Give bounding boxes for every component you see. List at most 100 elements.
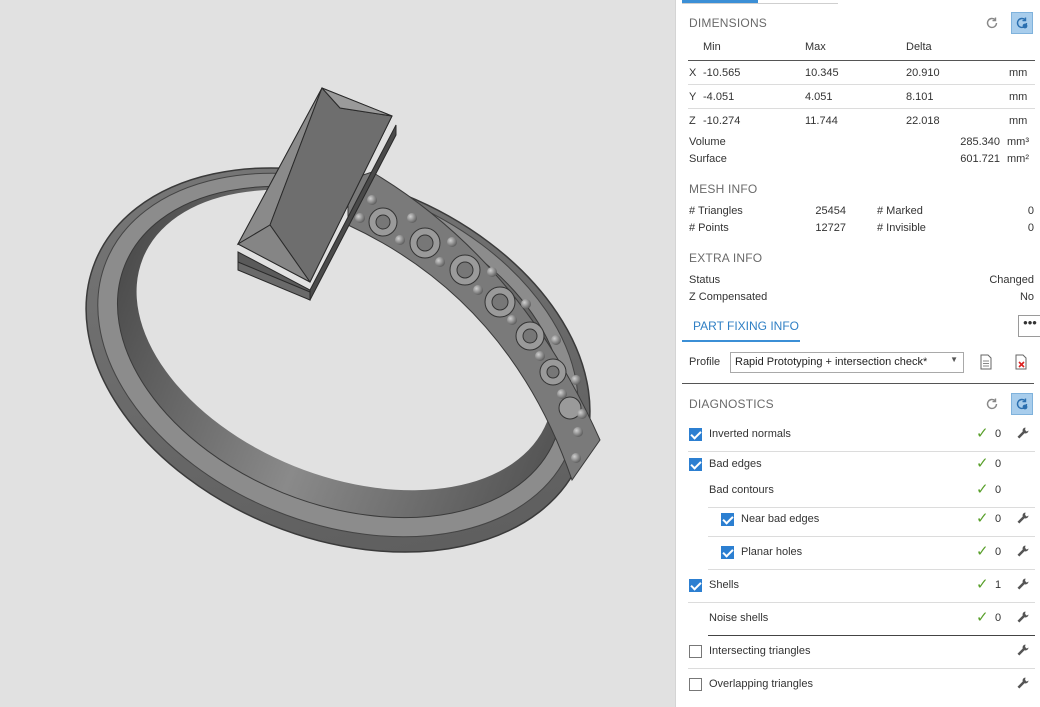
- tab-part-fixing-info-label: PART FIXING INFO: [693, 319, 800, 333]
- volume-label: Volume: [689, 136, 726, 148]
- mesh-info-title: MESH INFO: [689, 182, 758, 196]
- inverted-normals-label: Inverted normals: [709, 428, 791, 440]
- overlapping-triangles-checkbox[interactable]: [689, 678, 702, 691]
- z-compensated-value: No: [1019, 291, 1034, 303]
- planar-holes-checkbox[interactable]: [721, 546, 734, 559]
- axis-label: Z: [689, 115, 696, 127]
- profile-select[interactable]: Rapid Prototyping + intersection check* …: [730, 352, 964, 373]
- max-value: 11.744: [805, 115, 838, 127]
- header-delta: Delta: [906, 41, 932, 53]
- wrench-icon[interactable]: [1016, 643, 1030, 657]
- unit-label: mm: [1009, 115, 1028, 127]
- checkmark-icon: ✓: [976, 455, 989, 472]
- min-value: -4.051: [703, 91, 735, 103]
- refresh-icon[interactable]: [981, 12, 1003, 34]
- auto-refresh-icon[interactable]: [1011, 12, 1033, 34]
- points-value: 12727: [815, 222, 846, 234]
- properties-panel: DIMENSIONS Min Max Delta X -10.565 10.34…: [675, 0, 1040, 707]
- shells-checkbox[interactable]: [689, 579, 702, 592]
- table-row: Z -10.274 11.744 22.018 mm: [688, 109, 1035, 133]
- max-value: 10.345: [805, 67, 839, 79]
- diag-row-planar-holes: Planar holes ✓ 0: [708, 537, 1035, 570]
- table-row: Y -4.051 4.051 8.101 mm: [688, 85, 1035, 109]
- profile-select-value: Rapid Prototyping + intersection check*: [735, 356, 928, 368]
- planar-holes-label: Planar holes: [741, 546, 803, 558]
- checkmark-icon: ✓: [976, 576, 989, 593]
- tab-part-fixing-info[interactable]: PART FIXING INFO: [682, 314, 800, 342]
- checkmark-icon: ✓: [976, 425, 989, 442]
- surface-label: Surface: [689, 153, 727, 165]
- extra-info-title: EXTRA INFO: [689, 251, 763, 265]
- max-value: 4.051: [805, 91, 833, 103]
- unit-label: mm: [1009, 91, 1028, 103]
- checkmark-icon: ✓: [976, 543, 989, 560]
- diag-row-shells: Shells ✓ 1: [688, 570, 1035, 603]
- 3d-viewport[interactable]: [0, 0, 675, 707]
- profile-divider: [682, 383, 1034, 384]
- inverted-normals-checkbox[interactable]: [689, 428, 702, 441]
- more-icon[interactable]: •••: [1018, 315, 1040, 337]
- wrench-icon[interactable]: [1016, 676, 1030, 690]
- ring-model[interactable]: [0, 0, 675, 707]
- profile-delete-icon[interactable]: [1010, 351, 1032, 373]
- surface-value: 601.721: [960, 153, 1000, 165]
- bad-edges-checkbox[interactable]: [689, 458, 702, 471]
- triangles-value: 25454: [815, 205, 846, 217]
- dimensions-header-row: Min Max Delta: [688, 37, 1035, 61]
- points-label: # Points: [689, 222, 729, 234]
- overlapping-triangles-label: Overlapping triangles: [709, 678, 813, 690]
- bad-contours-label: Bad contours: [709, 484, 774, 496]
- top-tab-active-indicator[interactable]: [682, 0, 758, 3]
- marked-label: # Marked: [877, 205, 923, 217]
- diag-row-near-bad-edges: Near bad edges ✓ 0: [708, 504, 1035, 537]
- bad-edges-label: Bad edges: [709, 458, 762, 470]
- invisible-value: 0: [1027, 222, 1034, 234]
- triangles-label: # Triangles: [689, 205, 743, 217]
- checkmark-icon: ✓: [976, 481, 989, 498]
- wrench-icon[interactable]: [1016, 577, 1030, 591]
- planar-holes-count: 0: [995, 546, 1002, 558]
- bad-edges-count: 0: [995, 458, 1002, 470]
- near-bad-edges-count: 0: [995, 513, 1002, 525]
- delta-value: 20.910: [906, 67, 940, 79]
- z-compensated-label: Z Compensated: [689, 291, 768, 303]
- auto-refresh-icon[interactable]: [1011, 393, 1033, 415]
- wrench-icon[interactable]: [1016, 544, 1030, 558]
- unit-label: mm: [1009, 67, 1028, 79]
- diag-row-inverted-normals: Inverted normals ✓ 0: [688, 419, 1035, 452]
- delta-value: 22.018: [906, 115, 940, 127]
- diag-row-intersecting-triangles: Intersecting triangles: [688, 636, 1035, 669]
- profile-label: Profile: [689, 356, 721, 368]
- shells-count: 1: [995, 579, 1002, 591]
- intersecting-triangles-checkbox[interactable]: [689, 645, 702, 658]
- wrench-icon[interactable]: [1016, 426, 1030, 440]
- axis-label: Y: [689, 91, 697, 103]
- min-value: -10.274: [703, 115, 741, 127]
- shells-label: Shells: [709, 579, 739, 591]
- dropdown-arrow-icon: ▼: [950, 355, 958, 364]
- surface-unit: mm²: [1007, 153, 1029, 165]
- diag-row-noise-shells: Noise shells ✓ 0: [708, 603, 1035, 636]
- invisible-label: # Invisible: [877, 222, 926, 234]
- header-min: Min: [703, 41, 721, 53]
- volume-unit: mm³: [1007, 136, 1029, 148]
- diag-row-overlapping-triangles: Overlapping triangles: [688, 669, 1035, 702]
- near-bad-edges-label: Near bad edges: [741, 513, 820, 525]
- noise-shells-label: Noise shells: [709, 612, 769, 624]
- wrench-icon[interactable]: [1016, 610, 1030, 624]
- checkmark-icon: ✓: [976, 510, 989, 527]
- header-max: Max: [805, 41, 826, 53]
- table-row: X -10.565 10.345 20.910 mm: [688, 61, 1035, 85]
- diagnostics-title: DIAGNOSTICS: [689, 397, 774, 411]
- profile-doc-icon[interactable]: [975, 351, 997, 373]
- wrench-icon[interactable]: [1016, 511, 1030, 525]
- bad-contours-count: 0: [995, 484, 1002, 496]
- refresh-icon[interactable]: [981, 393, 1003, 415]
- inverted-normals-count: 0: [995, 428, 1002, 440]
- dimensions-table: Min Max Delta X -10.565 10.345 20.910 mm…: [688, 37, 1035, 133]
- marked-value: 0: [1027, 205, 1034, 217]
- intersecting-triangles-label: Intersecting triangles: [709, 645, 811, 657]
- volume-value: 285.340: [960, 136, 1000, 148]
- near-bad-edges-checkbox[interactable]: [721, 513, 734, 526]
- noise-shells-count: 0: [995, 612, 1002, 624]
